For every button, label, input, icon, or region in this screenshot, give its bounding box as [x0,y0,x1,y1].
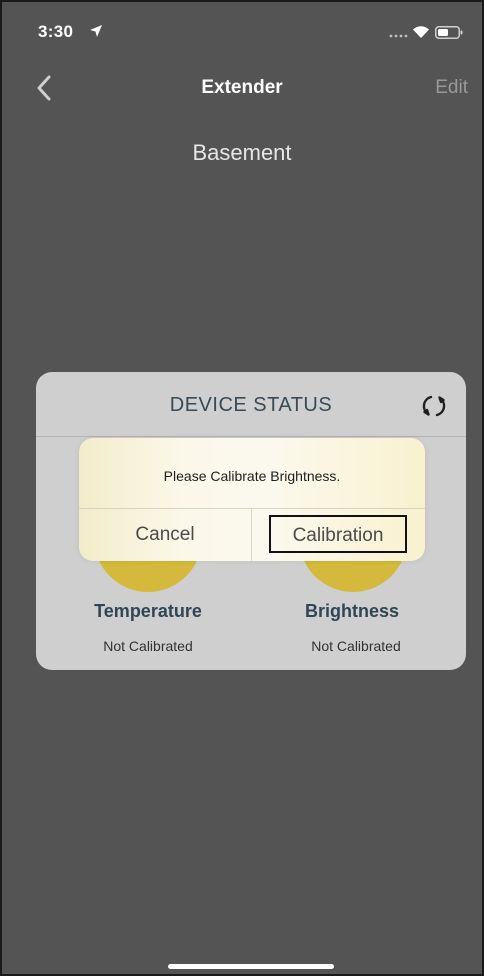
nav-title: Extender [201,77,283,98]
brightness-label: Brightness [304,601,400,621]
cancel-button[interactable]: Cancel [79,509,251,561]
wifi-icon [413,26,429,38]
temperature-status: Not Calibrated [103,638,193,654]
calibration-button[interactable]: Calibration [269,515,407,553]
calibrate-alert-dialog: Please Calibrate Brightness. Cancel Cali… [79,438,425,561]
signal-dots-icon [389,34,408,38]
temperature-label: Temperature [94,601,202,621]
battery-icon [435,26,463,39]
device-status-header: DEVICE STATUS [36,372,466,437]
alert-message: Please Calibrate Brightness. [163,468,341,484]
device-name: Basement [192,140,292,165]
status-time: 3:30 [38,22,74,41]
app-screen: 3:30 Extender Edit Basement DEVICE STATU… [0,0,484,976]
alert-button-divider [251,508,252,561]
brightness-status: Not Calibrated [311,638,401,654]
device-status-title: DEVICE STATUS [169,394,333,416]
refresh-icon[interactable] [420,392,448,420]
edit-button[interactable]: Edit [435,77,468,99]
location-arrow-icon [90,25,102,37]
status-bar: 3:30 [2,2,482,62]
home-indicator[interactable] [168,964,334,969]
